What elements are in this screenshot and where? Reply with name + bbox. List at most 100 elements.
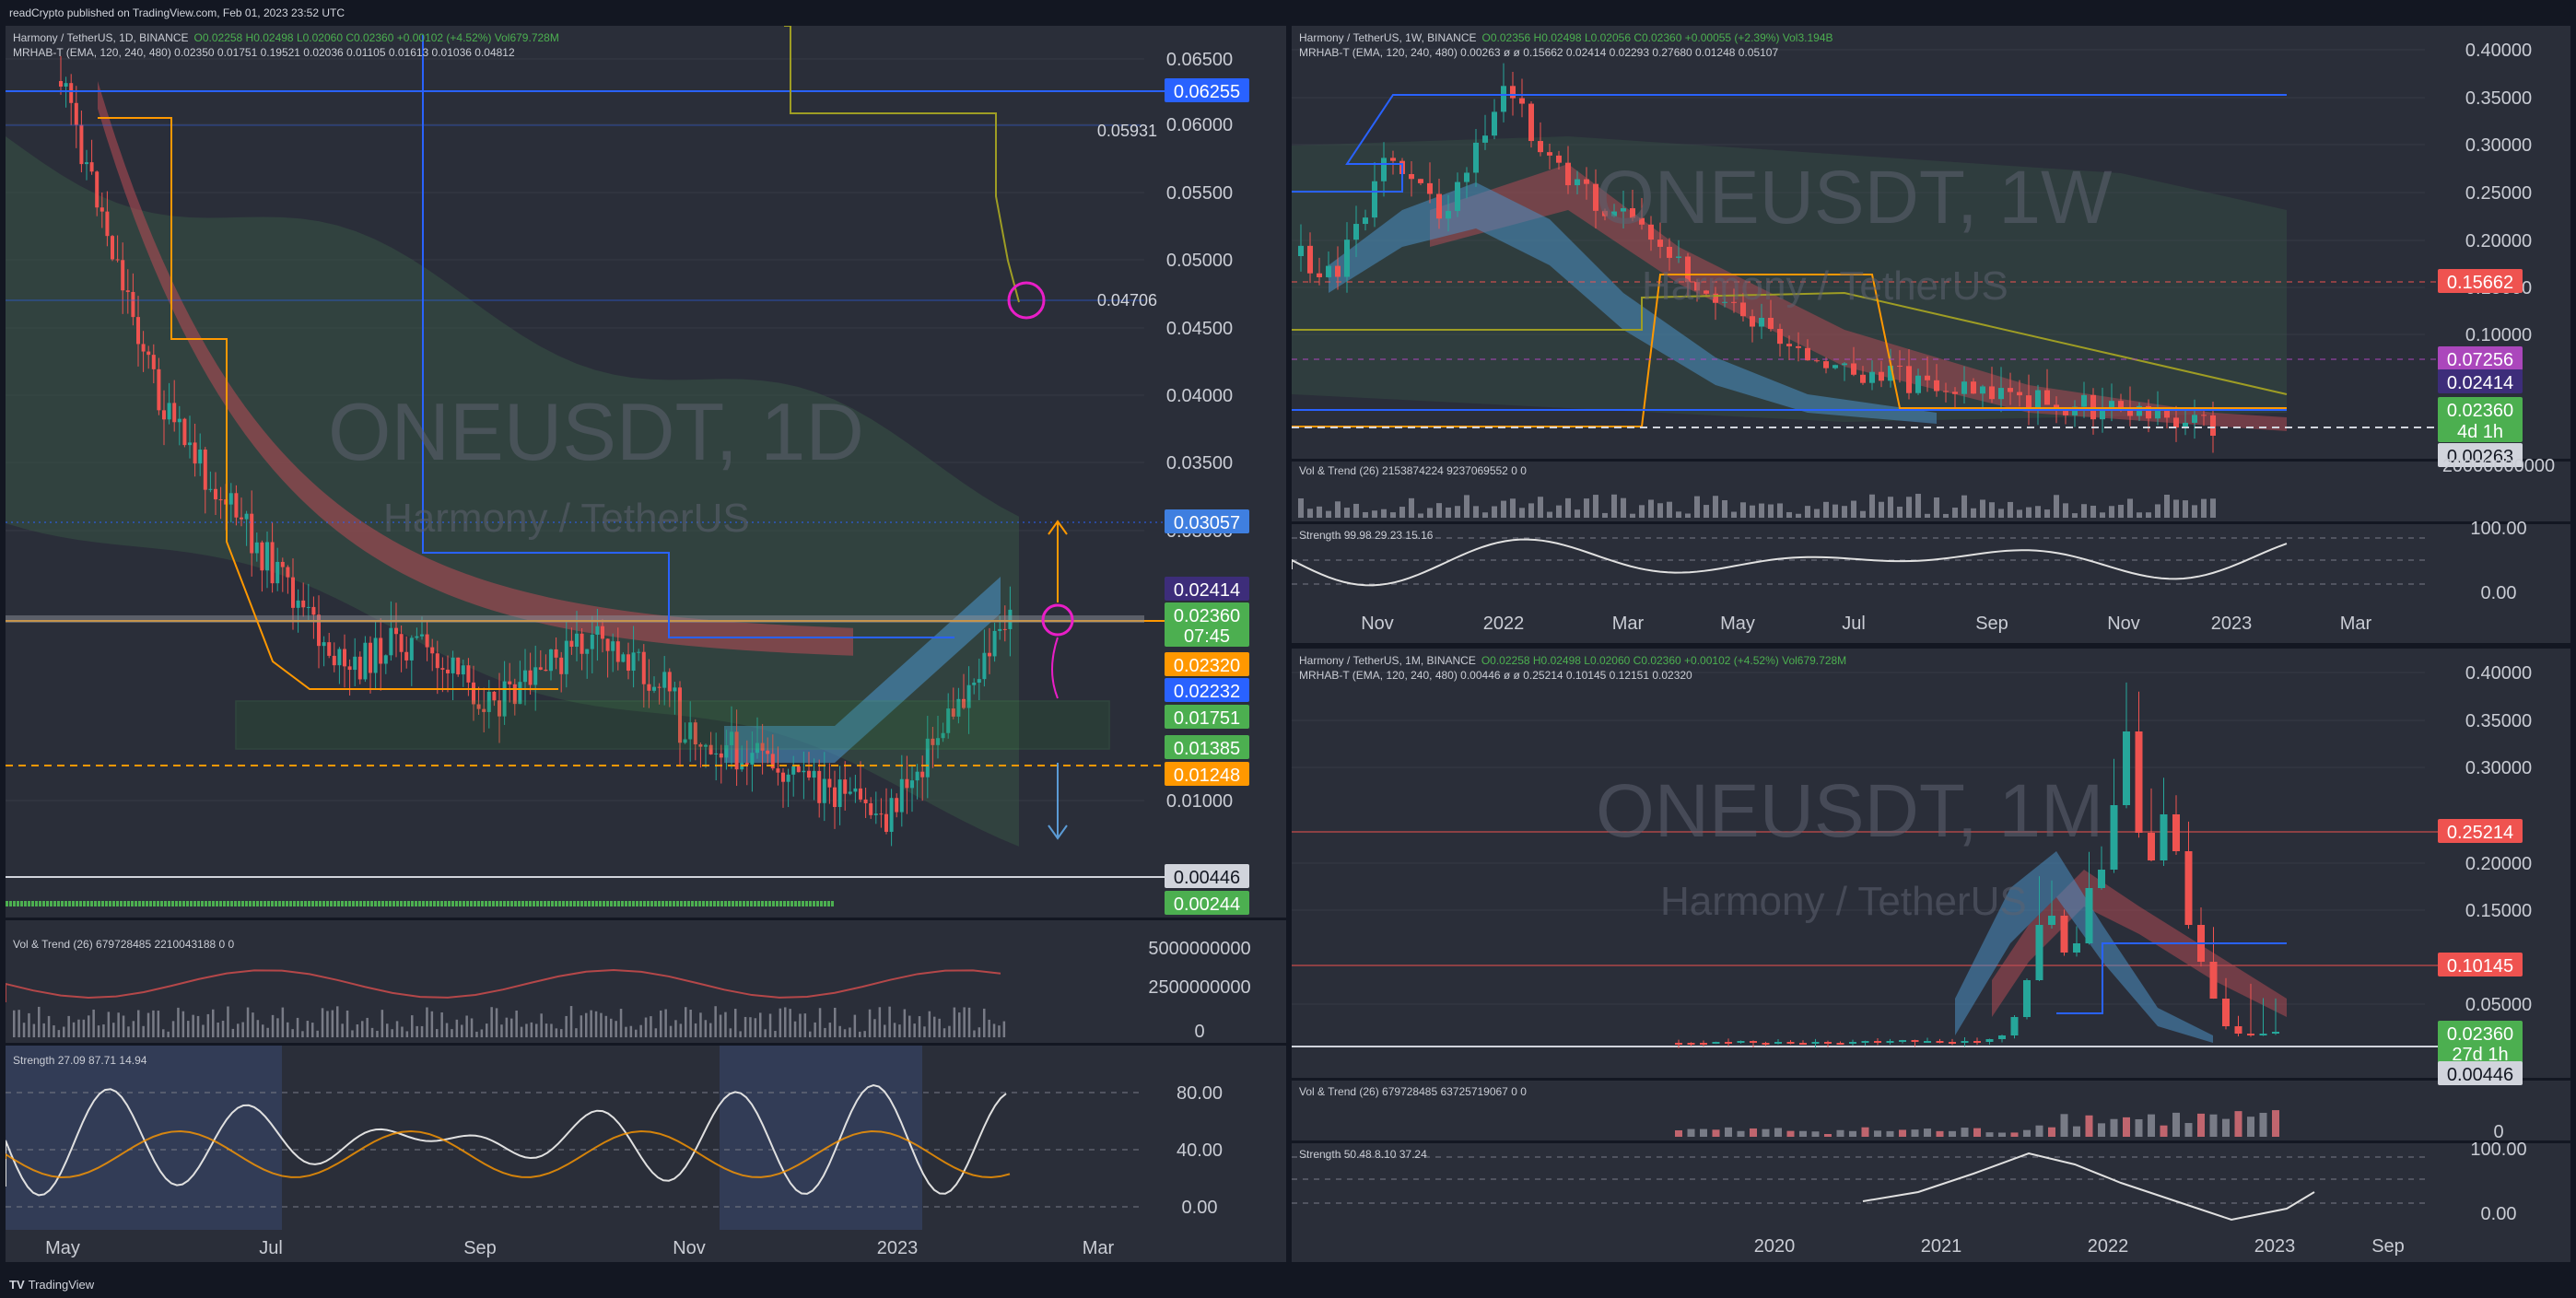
monthly-candle (2209, 962, 2218, 999)
weekly-chart-panel[interactable]: 0.400000.350000.300000.250000.200000.150… (1292, 26, 2570, 643)
monthly-vol-bar (1762, 1128, 1770, 1137)
daily-candle (601, 626, 604, 639)
daily-candle (796, 766, 801, 773)
daily-vol-bar (256, 1020, 260, 1037)
monthly-vol-bar (2135, 1118, 2143, 1137)
weekly-candle (1934, 380, 1939, 392)
monthly-vol-bar (1725, 1127, 1732, 1137)
weekly-vol-bar (1915, 494, 1921, 518)
daily-vol-bar (82, 1019, 86, 1037)
daily-vol-bar (177, 1007, 180, 1037)
daily-vol-bar (391, 1029, 393, 1037)
daily-candle (657, 686, 662, 688)
daily-candle (69, 83, 74, 103)
weekly-vol-bar (2173, 499, 2179, 518)
weekly-vol-bar (1473, 506, 1479, 518)
daily-candle (394, 627, 398, 635)
daily-candle (193, 442, 197, 464)
daily-vol-bar (486, 1023, 488, 1037)
daily-vol-bar (550, 1023, 553, 1037)
daily-xtick-2: Sep (463, 1238, 497, 1258)
daily-sep-1 (6, 918, 1286, 920)
daily-vol-bar (53, 1025, 55, 1037)
weekly-vol-bar (1786, 511, 1792, 518)
daily-candle (895, 798, 899, 813)
daily-vol-bar (13, 1010, 16, 1037)
daily-strength-tick-0: 80.00 (1177, 1083, 1223, 1104)
weekly-candle (1547, 152, 1552, 156)
daily-vol-bar (107, 1012, 111, 1037)
daily-candle (440, 668, 445, 670)
weekly-candle (1925, 375, 1930, 380)
daily-vol-bar (838, 1025, 841, 1037)
monthly-vol-bar (1924, 1128, 1931, 1137)
monthly-vol-bar (1849, 1130, 1856, 1137)
daily-vol-bar (47, 1015, 51, 1037)
monthly-chart-panel[interactable]: 0.40000 0.35000 0.30000 0.20000 0.15000 0.050… (1292, 649, 2570, 1262)
weekly-vol-bar (2044, 509, 2050, 518)
daily-candle (766, 750, 770, 754)
daily-vol-bar (202, 1024, 205, 1037)
daily-candle (167, 403, 171, 420)
daily-candle (915, 771, 919, 781)
weekly-xtick-2: Mar (1612, 614, 1645, 634)
monthly-candle (2172, 814, 2180, 851)
daily-candle (157, 368, 161, 411)
daily-vol-bar (127, 1026, 130, 1037)
daily-candle (719, 753, 723, 758)
daily-candle (151, 355, 156, 369)
daily-vol-bar (569, 1006, 573, 1037)
daily-vol-bar (600, 1012, 603, 1037)
monthly-vol-bar (1811, 1131, 1820, 1137)
weekly-candle (1473, 142, 1479, 173)
monthly-candle (1849, 1042, 1856, 1044)
monthly-vol-bar (2085, 1115, 2093, 1137)
monthly-candle (2135, 731, 2143, 833)
daily-vol-bar (88, 1015, 90, 1037)
weekly-candle (1971, 381, 1976, 394)
weekly-xtick-8: Mar (2340, 614, 2372, 634)
daily-candle (311, 606, 316, 615)
monthly-candle (1799, 1043, 1807, 1045)
daily-vol-bar (903, 1009, 907, 1037)
weekly-vol-bar (2081, 504, 2087, 518)
weekly-vol-bar (1372, 510, 1377, 518)
monthly-candle (1786, 1042, 1795, 1044)
weekly-vol-bar (1888, 497, 1893, 518)
weekly-vol-bar (1676, 511, 1681, 518)
daily-candle (492, 691, 497, 701)
weekly-vol-bar (1869, 494, 1875, 518)
weekly-vol-bar (1436, 503, 1442, 518)
weekly-vol-bar (1860, 510, 1866, 518)
weekly-candle (1409, 173, 1414, 180)
daily-candle (265, 542, 269, 571)
daily-vol-bar (381, 1010, 384, 1037)
daily-vol-bar (615, 1021, 617, 1037)
daily-vol-bar (470, 1018, 474, 1037)
monthly-vol-bar (2247, 1117, 2254, 1137)
daily-vol-bar (515, 1010, 518, 1037)
daily-vol-bar (451, 1029, 453, 1037)
weekly-candle (1796, 345, 1801, 348)
daily-candle (404, 651, 409, 661)
monthly-watermark-name: Harmony / TetherUS (1660, 879, 2027, 924)
daily-price-label-7: 0.01751 (1174, 708, 1240, 729)
daily-candle (817, 770, 822, 803)
daily-vol-bar (480, 1029, 484, 1037)
daily-vol-bar (784, 1007, 787, 1037)
daily-vol-bar (426, 1007, 428, 1037)
weekly-candle (1556, 155, 1562, 163)
daily-vol-bar (888, 1006, 891, 1037)
weekly-xtick-6: Nov (2107, 614, 2140, 634)
weekly-vol-bar (2100, 512, 2105, 518)
monthly-candle (2048, 916, 2055, 925)
daily-candle (631, 652, 636, 672)
daily-vol-bar (181, 1011, 185, 1037)
monthly-vol-bar (2110, 1118, 2118, 1137)
daily-chart-panel[interactable]: 0.06500 0.06000 0.05500 0.05000 0.04500 0.040… (6, 26, 1286, 1262)
daily-vol-bar (291, 1029, 294, 1037)
monthly-candle (1899, 1040, 1906, 1042)
weekly-candle (1584, 179, 1589, 184)
monthly-xtick-2: 2022 (2088, 1236, 2129, 1257)
daily-vol-bar (345, 1010, 349, 1037)
